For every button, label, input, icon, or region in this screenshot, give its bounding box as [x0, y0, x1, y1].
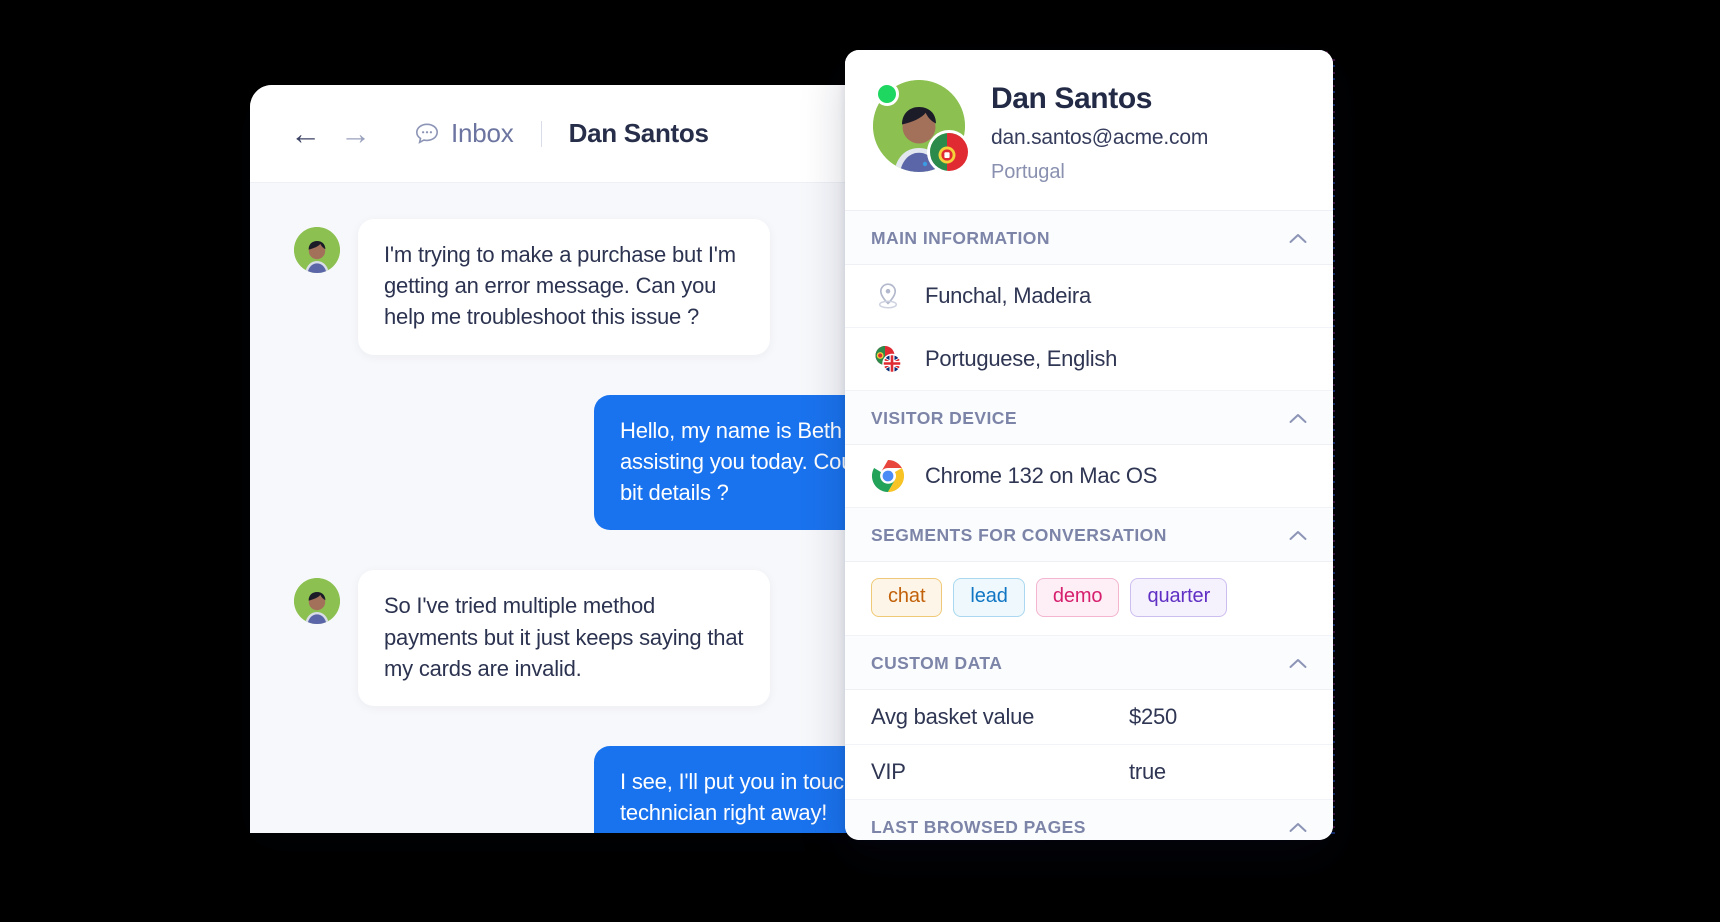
inbox-label: Inbox — [451, 118, 514, 148]
chevron-up-icon[interactable] — [1289, 658, 1307, 669]
section-title: CUSTOM DATA — [871, 652, 1003, 673]
avatar — [873, 80, 971, 174]
section-title: VISITOR DEVICE — [871, 407, 1018, 428]
profile-email: dan.santos@acme.com — [991, 125, 1209, 149]
info-row-browser-value: Chrome 132 on Mac OS — [925, 462, 1158, 488]
languages-flags-icon — [871, 342, 905, 376]
section-header-custom-data[interactable]: CUSTOM DATA — [845, 635, 1333, 690]
header-divider — [540, 120, 542, 147]
message-bubble-incoming: So I've tried multiple method payments b… — [358, 570, 770, 707]
profile-identity: Dan Santos dan.santos@acme.com Portugal — [991, 80, 1208, 184]
screenshot-stage: ← → Inbox Dan Santos I'm trying to make … — [0, 0, 1720, 922]
custom-data-row: Avg basket value $250 — [845, 689, 1333, 745]
message-bubble-incoming: I'm trying to make a purchase but I'm ge… — [358, 219, 770, 355]
segment-tag-chat[interactable]: chat — [871, 577, 943, 617]
chevron-up-icon[interactable] — [1289, 233, 1307, 244]
segment-tag-demo[interactable]: demo — [1035, 577, 1120, 617]
arrow-right-icon[interactable]: → — [340, 118, 390, 149]
chevron-up-icon[interactable] — [1289, 822, 1307, 833]
info-row-languages: Portuguese, English — [845, 327, 1333, 391]
section-title: MAIN INFORMATION — [871, 227, 1050, 248]
section-title: SEGMENTS FOR CONVERSATION — [871, 524, 1167, 545]
segment-tag-quarter[interactable]: quarter — [1130, 577, 1228, 617]
speech-bubble-icon — [416, 122, 438, 144]
section-header-segments[interactable]: SEGMENTS FOR CONVERSATION — [845, 507, 1333, 562]
section-header-visitor-device[interactable]: VISITOR DEVICE — [845, 390, 1333, 445]
page-title: Dan Santos — [568, 118, 709, 148]
info-row-languages-value: Portuguese, English — [925, 345, 1118, 371]
custom-data-row: VIP true — [845, 744, 1333, 800]
section-header-main-information[interactable]: MAIN INFORMATION — [845, 210, 1333, 265]
status-badge — [875, 82, 899, 106]
section-title: LAST BROWSED PAGES — [871, 816, 1086, 837]
avatar — [294, 578, 340, 625]
location-pin-icon — [871, 279, 905, 313]
profile-country: Portugal — [991, 160, 1065, 183]
custom-data-key: Avg basket value — [871, 703, 1035, 729]
avatar — [294, 227, 340, 273]
profile-name: Dan Santos — [991, 82, 1153, 115]
portugal-flag-icon — [927, 130, 971, 174]
custom-data-value: true — [1129, 758, 1166, 784]
breadcrumb-inbox[interactable]: Inbox — [414, 118, 514, 149]
info-row-location-value: Funchal, Madeira — [925, 282, 1091, 308]
info-row-location: Funchal, Madeira — [845, 264, 1333, 328]
profile-header: Dan Santos dan.santos@acme.com Portugal — [845, 50, 1333, 211]
chevron-up-icon[interactable] — [1289, 530, 1307, 541]
custom-data-value: $250 — [1129, 703, 1177, 729]
chevron-up-icon[interactable] — [1289, 413, 1307, 424]
chrome-browser-icon — [871, 459, 905, 493]
segment-tag-list: chat lead demo quarter — [845, 561, 1333, 636]
info-row-browser: Chrome 132 on Mac OS — [845, 444, 1333, 508]
arrow-left-icon[interactable]: ← — [290, 118, 340, 149]
visitor-info-panel: Dan Santos dan.santos@acme.com Portugal … — [845, 50, 1333, 840]
custom-data-key: VIP — [871, 758, 906, 784]
section-header-last-browsed-pages[interactable]: LAST BROWSED PAGES — [845, 799, 1333, 840]
segment-tag-lead[interactable]: lead — [953, 577, 1025, 617]
